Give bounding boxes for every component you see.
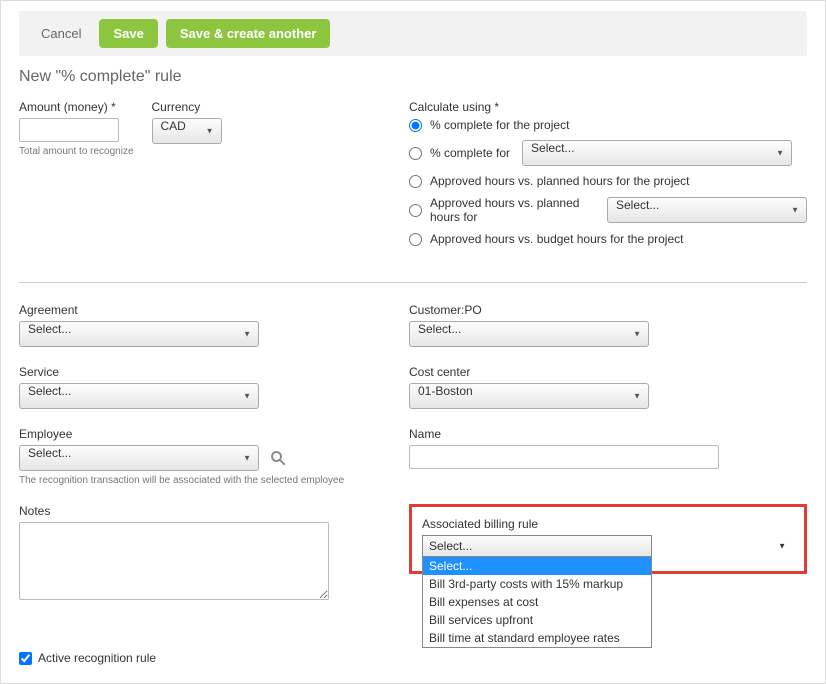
calc-radio-1[interactable] [409,147,422,160]
amount-label: Amount (money) * [19,100,134,114]
cost-center-select[interactable]: 01-Boston [409,383,649,409]
calc-radio-0[interactable] [409,119,422,132]
save-create-another-button[interactable]: Save & create another [166,19,331,48]
save-button[interactable]: Save [99,19,157,48]
notes-label: Notes [19,504,369,518]
customer-po-label: Customer:PO [409,303,807,317]
calc-radio-2[interactable] [409,175,422,188]
assoc-billing-option[interactable]: Bill 3rd-party costs with 15% markup [423,575,651,593]
toolbar: Cancel Save Save & create another [19,11,807,56]
chevron-down-icon: ▼ [778,542,786,551]
calc-radio-3[interactable] [409,204,422,217]
employee-select[interactable]: Select... [19,445,259,471]
calc-option-label-4: Approved hours vs. budget hours for the … [430,232,683,246]
page-title: New "% complete" rule [19,68,807,86]
name-input[interactable] [409,445,719,469]
calc-option-label-1: % complete for [430,146,510,160]
cost-center-label: Cost center [409,365,807,379]
customer-po-select[interactable]: Select... [409,321,649,347]
section-divider [19,282,807,283]
calc-option-label-2: Approved hours vs. planned hours for the… [430,174,690,188]
highlight-box: Associated billing rule Select... ▼ Sele… [409,504,807,574]
service-label: Service [19,365,369,379]
agreement-label: Agreement [19,303,369,317]
name-label: Name [409,427,807,441]
calc-select-1[interactable]: Select... [522,140,792,166]
employee-helper: The recognition transaction will be asso… [19,475,369,486]
assoc-billing-dropdown: Select... Bill 3rd-party costs with 15% … [422,557,652,648]
calc-select-3[interactable]: Select... [607,197,807,223]
amount-input[interactable] [19,118,119,142]
assoc-billing-option[interactable]: Bill time at standard employee rates [423,629,651,647]
assoc-billing-option[interactable]: Bill services upfront [423,611,651,629]
assoc-billing-option[interactable]: Bill expenses at cost [423,593,651,611]
cancel-button[interactable]: Cancel [31,20,91,47]
calc-radio-4[interactable] [409,233,422,246]
currency-label: Currency [152,100,222,114]
assoc-billing-selected: Select... [429,539,472,553]
search-icon[interactable] [269,449,287,467]
active-checkbox[interactable] [19,652,32,665]
active-label: Active recognition rule [38,651,156,665]
calc-option-label-0: % complete for the project [430,118,569,132]
assoc-billing-select[interactable]: Select... ▼ [422,535,652,557]
assoc-billing-option[interactable]: Select... [423,557,651,575]
calc-option-label-3: Approved hours vs. planned hours for [430,196,595,224]
agreement-select[interactable]: Select... [19,321,259,347]
amount-helper: Total amount to recognize [19,146,134,157]
employee-label: Employee [19,427,369,441]
service-select[interactable]: Select... [19,383,259,409]
notes-textarea[interactable] [19,522,329,600]
calculate-label: Calculate using * [409,100,807,114]
assoc-billing-label: Associated billing rule [422,517,794,531]
currency-select[interactable]: CAD [152,118,222,144]
